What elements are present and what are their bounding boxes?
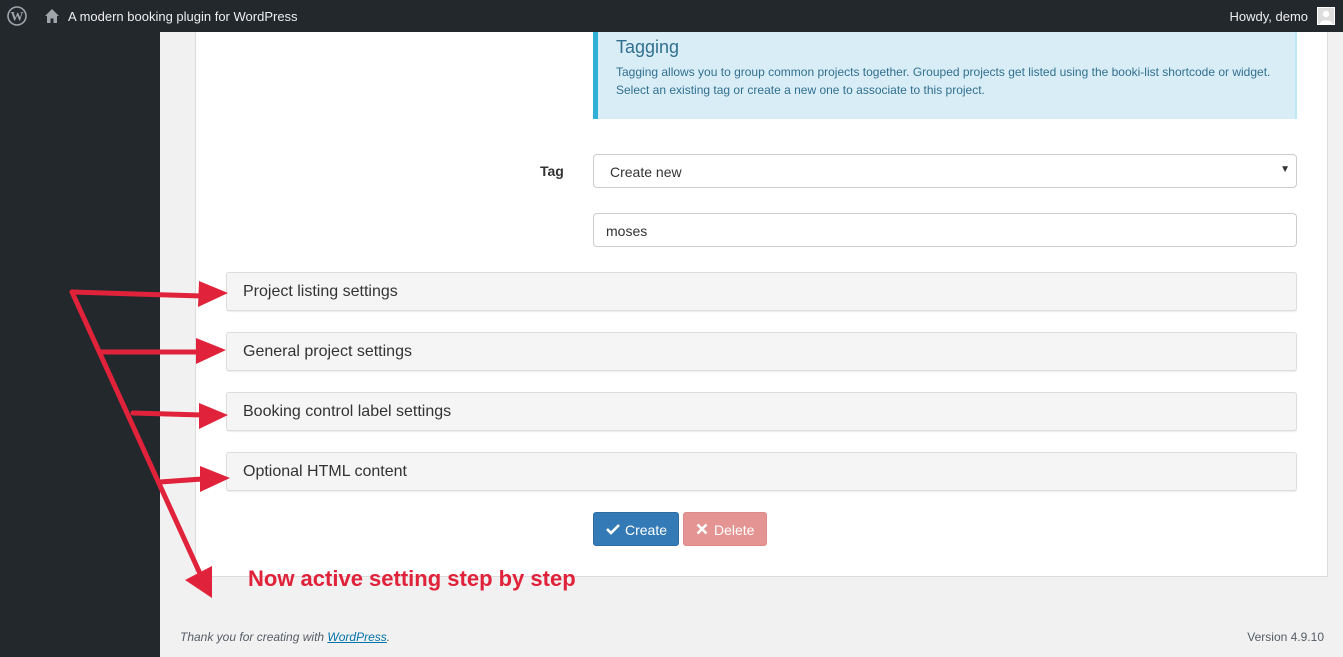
admin-bar: W A modern booking plugin for WordPress … xyxy=(0,0,1343,32)
create-label: Create xyxy=(625,522,668,538)
annotation-text: Now active setting step by step xyxy=(248,566,576,591)
panel-title: Booking control label settings xyxy=(243,403,452,420)
general-project-settings-panel[interactable]: General project settings xyxy=(226,332,1297,371)
admin-sidebar xyxy=(0,32,160,657)
project-listing-settings-panel[interactable]: Project listing settings xyxy=(226,272,1297,311)
svg-text:W: W xyxy=(11,9,24,24)
tagging-description: Tagging allows you to group common proje… xyxy=(616,65,1271,97)
tag-label: Tag xyxy=(540,163,564,179)
panel-title: Project listing settings xyxy=(243,283,398,300)
footer-version: Version 4.9.10 xyxy=(1247,630,1324,644)
tagging-callout: Tagging Tagging allows you to group comm… xyxy=(593,32,1297,119)
delete-label: Delete xyxy=(714,522,755,538)
dropdown-arrow-icon: ▼ xyxy=(1280,164,1290,175)
wordpress-link[interactable]: WordPress xyxy=(327,630,386,644)
new-tag-input[interactable]: moses xyxy=(593,213,1297,247)
panel-title: Optional HTML content xyxy=(243,463,407,480)
home-icon[interactable] xyxy=(44,8,60,24)
new-tag-value: moses xyxy=(606,223,648,239)
delete-button[interactable]: Delete xyxy=(683,512,767,546)
tag-select[interactable]: Create new ▼ xyxy=(593,154,1297,188)
callout-edge xyxy=(1295,32,1297,119)
footer-thanks: Thank you for creating with WordPress. xyxy=(180,630,390,644)
tagging-title: Tagging xyxy=(616,37,680,57)
site-name-link[interactable]: A modern booking plugin for WordPress xyxy=(68,9,298,24)
times-icon xyxy=(696,522,708,538)
optional-html-content-panel[interactable]: Optional HTML content xyxy=(226,452,1297,491)
user-greeting[interactable]: Howdy, demo xyxy=(1229,9,1308,24)
footer-thanks-prefix: Thank you for creating with xyxy=(180,630,328,644)
wordpress-icon[interactable]: W xyxy=(7,6,27,26)
footer-thanks-suffix: . xyxy=(386,630,391,644)
booking-control-label-settings-panel[interactable]: Booking control label settings xyxy=(226,392,1297,431)
check-icon xyxy=(606,522,620,538)
tag-select-value: Create new xyxy=(610,164,682,180)
create-button[interactable]: Create xyxy=(593,512,679,546)
avatar[interactable] xyxy=(1317,7,1335,25)
panel-title: General project settings xyxy=(243,343,412,360)
